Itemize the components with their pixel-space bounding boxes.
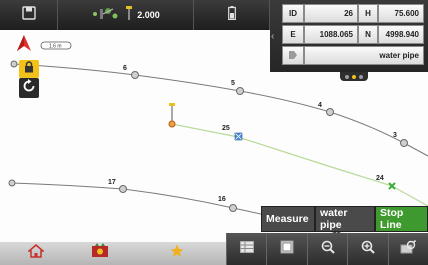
- status-bar: 2.000: [0, 0, 270, 30]
- line-endpoint: [8, 179, 16, 187]
- h-value: 75.600: [378, 4, 424, 23]
- table-icon: [239, 240, 254, 258]
- point-5[interactable]: 5: [231, 80, 244, 95]
- page-dot[interactable]: [345, 74, 349, 79]
- code-value: water pipe: [304, 46, 424, 65]
- point-label: 16: [218, 196, 226, 203]
- info-row-id-h: ID 26 H 75.600: [282, 4, 424, 23]
- zoom-out-icon: [321, 240, 335, 259]
- point-label: 6: [123, 65, 127, 72]
- point-label: 25: [222, 125, 230, 132]
- bottom-toolbar: [0, 233, 428, 265]
- page-dot-active[interactable]: [352, 74, 356, 79]
- stakeout-icon: [91, 243, 109, 264]
- lock-view-button[interactable]: [19, 60, 39, 78]
- h-label: H: [358, 4, 378, 23]
- point-label: 4: [318, 102, 322, 109]
- point-16[interactable]: 16: [218, 196, 237, 212]
- north-arrow-button[interactable]: [17, 35, 31, 51]
- point-label: 5: [231, 80, 235, 87]
- e-label: E: [282, 25, 304, 44]
- refresh-icon: [22, 78, 36, 98]
- battery-status: [194, 0, 270, 30]
- zoom-in-button[interactable]: [347, 233, 387, 265]
- target-point-25[interactable]: 25: [222, 125, 243, 141]
- bottom-right-group: [226, 233, 428, 265]
- action-buttons: Measure water pipe Stop Line: [261, 206, 428, 232]
- point-label: 3: [393, 132, 397, 139]
- point-label: 24: [376, 175, 384, 182]
- favorite-icon: [170, 244, 184, 263]
- zoom-in-icon: [361, 240, 375, 259]
- favorite-button[interactable]: [128, 242, 226, 265]
- point-3[interactable]: 3: [393, 132, 408, 147]
- layers-button[interactable]: [266, 233, 306, 265]
- point-4[interactable]: 4: [318, 102, 334, 116]
- code-icon-cell: [282, 46, 304, 65]
- home-button[interactable]: [0, 242, 72, 265]
- lock-icon: [24, 60, 34, 78]
- gps-value: 2.000: [137, 10, 160, 20]
- point-6[interactable]: 6: [123, 65, 139, 79]
- line-endpoint: [10, 60, 18, 68]
- info-pager[interactable]: [340, 72, 368, 81]
- zoom-extent-button[interactable]: [387, 233, 428, 265]
- save-button[interactable]: [0, 0, 58, 30]
- info-row-code: water pipe: [282, 46, 424, 65]
- stakeout-button[interactable]: [72, 242, 128, 265]
- n-label: N: [358, 25, 378, 44]
- refresh-button[interactable]: [19, 78, 39, 98]
- point-label: 17: [108, 179, 116, 186]
- north-arrow-icon: [17, 35, 31, 55]
- info-row-e-n: E 1088.065 N 4998.940: [282, 25, 424, 44]
- table-button[interactable]: [226, 233, 266, 265]
- satellite-signal-icon: [91, 5, 121, 26]
- n-value: 4998.940: [378, 25, 424, 44]
- bottom-left-group: [0, 242, 226, 265]
- point-17[interactable]: 17: [108, 179, 127, 193]
- home-icon: [26, 244, 46, 263]
- page-dot[interactable]: [359, 74, 363, 79]
- field-app-screen: 1.6 m 6 5 4 3 17 16 15: [0, 0, 428, 265]
- gps-status[interactable]: 2.000: [58, 0, 194, 30]
- save-icon: [21, 5, 36, 25]
- pole-icon: [125, 5, 133, 26]
- pole-position-icon: [168, 103, 176, 128]
- layer-code-button[interactable]: water pipe: [315, 206, 375, 232]
- collapse-panel-icon[interactable]: ‹: [271, 30, 279, 44]
- layers-icon: [280, 240, 294, 259]
- stop-line-button[interactable]: Stop Line: [375, 206, 428, 232]
- stakeout-line: [171, 123, 428, 207]
- id-value: 26: [304, 4, 358, 23]
- zoom-out-button[interactable]: [306, 233, 347, 265]
- id-label: ID: [282, 4, 304, 23]
- scale-label: 1.6 m: [49, 44, 62, 50]
- tag-icon: [288, 50, 298, 62]
- zoom-extent-icon: [400, 239, 417, 259]
- battery-icon: [227, 5, 236, 25]
- measure-button[interactable]: Measure: [261, 206, 315, 232]
- e-value: 1088.065: [304, 25, 358, 44]
